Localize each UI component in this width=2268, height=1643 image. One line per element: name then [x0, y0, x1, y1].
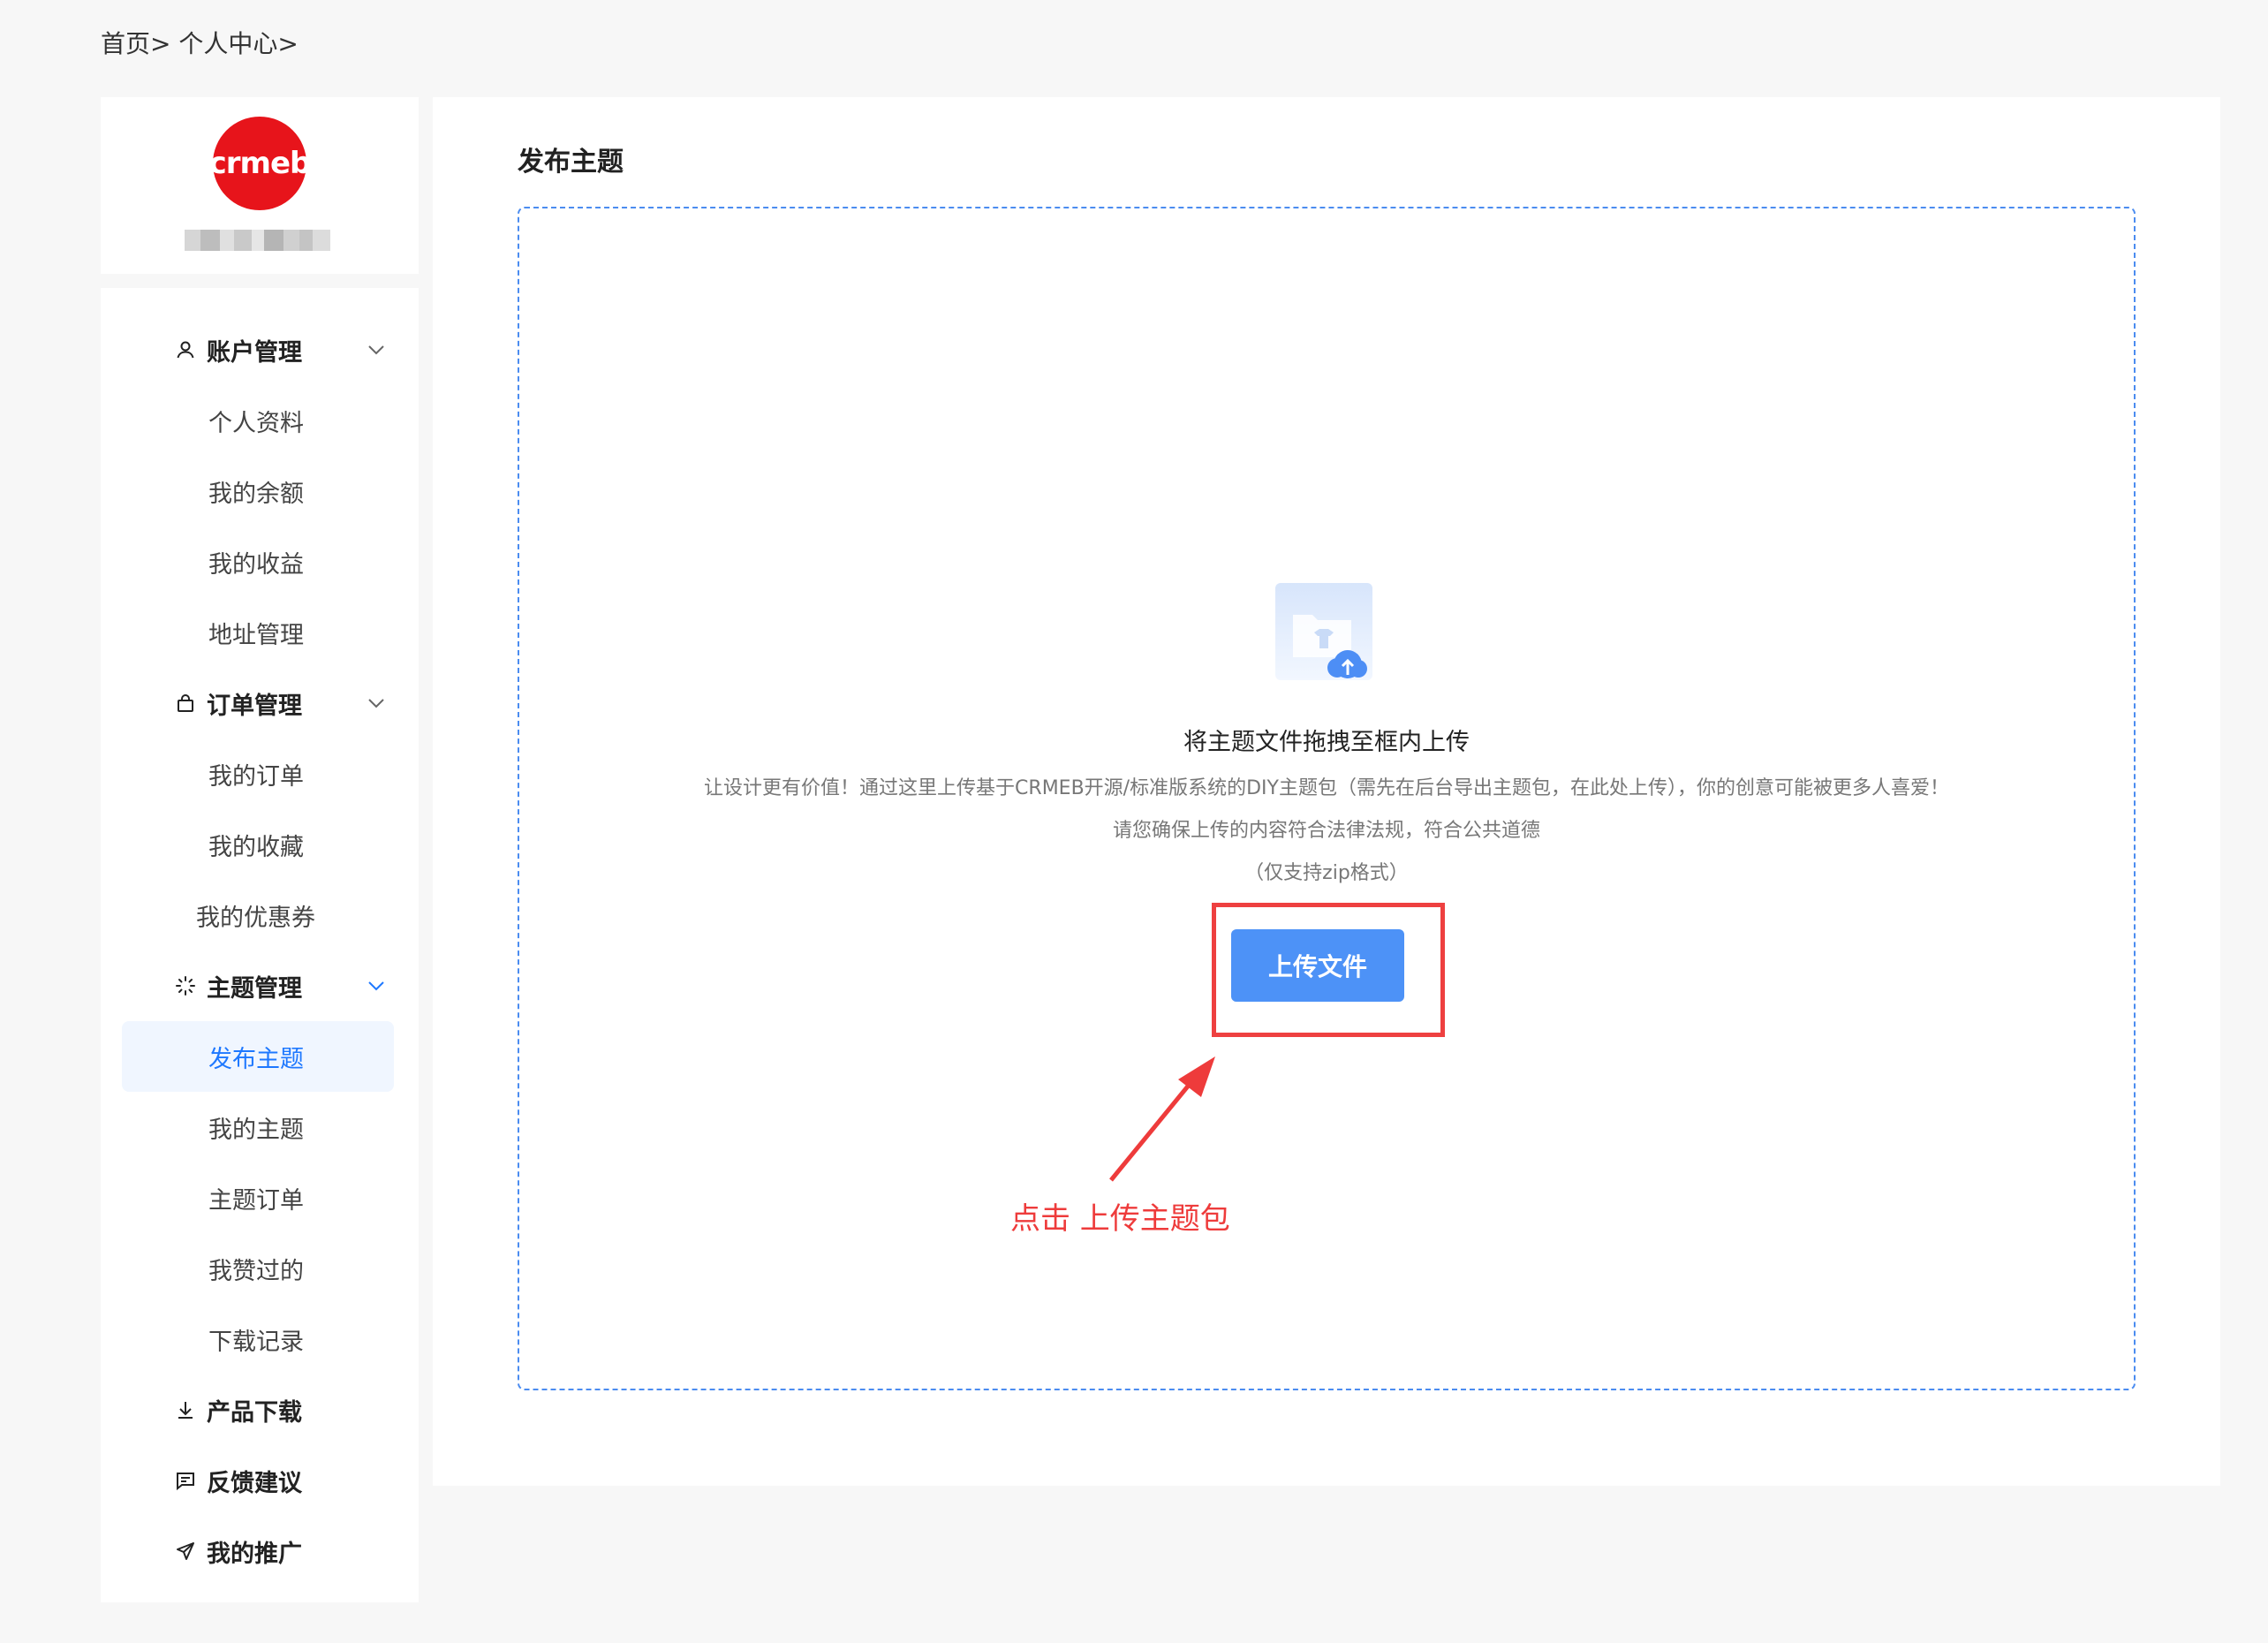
sidebar-item-balance[interactable]: 我的余额 [101, 456, 419, 526]
sidebar-group-account[interactable]: 账户管理 [101, 314, 419, 385]
sidebar-item-my-orders[interactable]: 我的订单 [101, 738, 419, 809]
sidebar-group-label: 订单管理 [207, 692, 302, 720]
sidebar-group-label: 产品下载 [207, 1398, 302, 1427]
breadcrumb[interactable]: 首页> 个人中心> [101, 26, 299, 62]
upload-description: 让设计更有价值！通过这里上传基于CRMEB开源/标准版系统的DIY主题包（需先在… [704, 777, 1949, 799]
message-icon [173, 1468, 198, 1493]
sidebar-item-address[interactable]: 地址管理 [101, 597, 419, 668]
profile-card: crmeb [101, 97, 419, 274]
loading-sparkle-icon [173, 973, 198, 998]
sidebar-group-promotion[interactable]: 我的推广 [101, 1516, 419, 1586]
sidebar-group-orders[interactable]: 订单管理 [101, 668, 419, 738]
username-blurred [185, 230, 330, 251]
sidebar-group-product-download[interactable]: 产品下载 [101, 1374, 419, 1445]
sidebar-group-label: 账户管理 [207, 338, 302, 367]
sidebar-group-label: 我的推广 [207, 1540, 302, 1568]
user-icon [173, 337, 198, 362]
sidebar-item-earnings[interactable]: 我的收益 [101, 526, 419, 597]
upload-dropzone[interactable]: 将主题文件拖拽至框内上传 让设计更有价值！通过这里上传基于CRMEB开源/标准版… [518, 207, 2136, 1390]
sidebar-group-themes[interactable]: 主题管理 [101, 950, 419, 1021]
sidebar-item-downloads[interactable]: 下载记录 [101, 1304, 419, 1374]
upload-format-note: （仅支持zip格式） [1244, 862, 1409, 884]
sidebar-item-profile[interactable]: 个人资料 [101, 385, 419, 456]
page: 首页> 个人中心> crmeb 账户管理 个人资料 我的余额 我的收益 地址管理 [0, 0, 2268, 1643]
chevron-down-icon[interactable] [366, 975, 387, 996]
sidebar-item-favorites[interactable]: 我的收藏 [101, 809, 419, 880]
folder-upload-icon [1275, 583, 1372, 680]
sidebar: 账户管理 个人资料 我的余额 我的收益 地址管理 订单管理 我的订单 我的收藏 … [101, 288, 419, 1602]
avatar[interactable]: crmeb [209, 117, 311, 210]
sidebar-item-coupons[interactable]: 我的优惠券 [101, 880, 419, 950]
chevron-down-icon[interactable] [366, 339, 387, 360]
upload-compliance-note: 请您确保上传的内容符合法律法规，符合公共道德 [1112, 820, 1540, 842]
upload-file-button[interactable]: 上传文件 [1231, 929, 1404, 1002]
sidebar-item-liked[interactable]: 我赞过的 [101, 1233, 419, 1304]
send-icon [173, 1539, 198, 1564]
annotation-text: 点击 上传主题包 [1010, 1201, 1230, 1237]
main-content: 发布主题 将主题文件拖拽至框内上传 让设计更有价值！通过这里上传基于CRMEB开… [433, 97, 2220, 1486]
sidebar-group-feedback[interactable]: 反馈建议 [101, 1445, 419, 1516]
chevron-down-icon[interactable] [366, 693, 387, 714]
sidebar-group-label: 主题管理 [207, 974, 302, 1003]
sidebar-item-theme-orders[interactable]: 主题订单 [101, 1162, 419, 1233]
shopping-bag-icon [173, 691, 198, 716]
upload-title: 将主题文件拖拽至框内上传 [1183, 729, 1470, 756]
download-icon [173, 1397, 198, 1422]
sidebar-item-my-themes[interactable]: 我的主题 [101, 1092, 419, 1162]
sidebar-item-publish-theme[interactable]: 发布主题 [122, 1021, 394, 1092]
annotation-arrow-icon [1109, 1056, 1215, 1182]
sidebar-group-label: 反馈建议 [207, 1469, 302, 1497]
page-title: 发布主题 [518, 147, 624, 178]
